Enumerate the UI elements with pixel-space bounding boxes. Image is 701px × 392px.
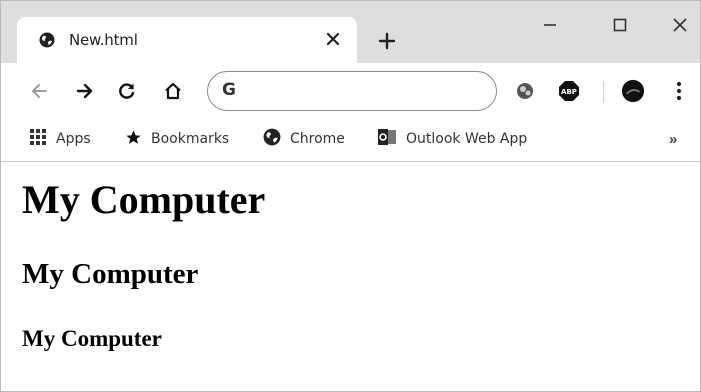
forward-arrow-icon[interactable] <box>71 77 99 105</box>
google-g-icon: G <box>222 80 236 100</box>
tab-strip: New.html <box>1 1 700 63</box>
bookmark-label: Outlook Web App <box>406 131 528 147</box>
star-icon <box>125 129 142 150</box>
outlook-icon <box>377 128 397 150</box>
extension-icon[interactable] <box>513 79 537 103</box>
bookmark-apps[interactable]: Apps <box>29 127 91 151</box>
navigation-toolbar: G ABP <box>1 63 700 119</box>
profile-avatar[interactable] <box>621 79 645 103</box>
reload-icon[interactable] <box>113 77 141 105</box>
bookmark-bookmarks[interactable]: Bookmarks <box>125 127 229 151</box>
new-tab-plus-icon[interactable] <box>373 27 401 55</box>
tab-title: New.html <box>69 31 138 49</box>
bookmarks-overflow-chevron[interactable]: » <box>669 131 677 148</box>
svg-text:ABP: ABP <box>561 88 577 96</box>
globe-icon <box>39 32 55 48</box>
bookmark-label: Chrome <box>290 131 345 147</box>
address-bar[interactable]: G <box>207 71 497 111</box>
more-menu-icon[interactable] <box>667 79 691 103</box>
back-arrow-icon[interactable] <box>25 77 53 105</box>
maximize-icon[interactable] <box>600 11 640 39</box>
close-tab-icon[interactable] <box>321 27 345 51</box>
page-content: My Computer My Computer My Computer <box>1 162 700 391</box>
minimize-icon[interactable] <box>530 11 570 39</box>
heading-h2: My Computer <box>22 258 199 290</box>
close-window-icon[interactable] <box>660 11 700 39</box>
bookmarks-bar: Apps Bookmarks Chrome Outlook Web App » <box>1 119 700 162</box>
heading-h1: My Computer <box>22 177 266 222</box>
chrome-globe-icon <box>263 128 281 150</box>
heading-h3: My Computer <box>22 326 162 351</box>
browser-window: New.html G ABP Apps Bookmarks Chrome Out… <box>0 0 701 392</box>
bookmark-label: Bookmarks <box>151 131 230 147</box>
bookmark-chrome[interactable]: Chrome <box>263 127 345 151</box>
apps-grid-icon <box>29 128 47 150</box>
tab-new-html[interactable]: New.html <box>17 17 357 63</box>
bookmark-outlook-web-app[interactable]: Outlook Web App <box>377 127 527 151</box>
home-icon[interactable] <box>159 77 187 105</box>
toolbar-separator <box>603 81 604 103</box>
adblock-icon[interactable]: ABP <box>557 79 581 103</box>
bookmark-label: Apps <box>56 131 91 147</box>
